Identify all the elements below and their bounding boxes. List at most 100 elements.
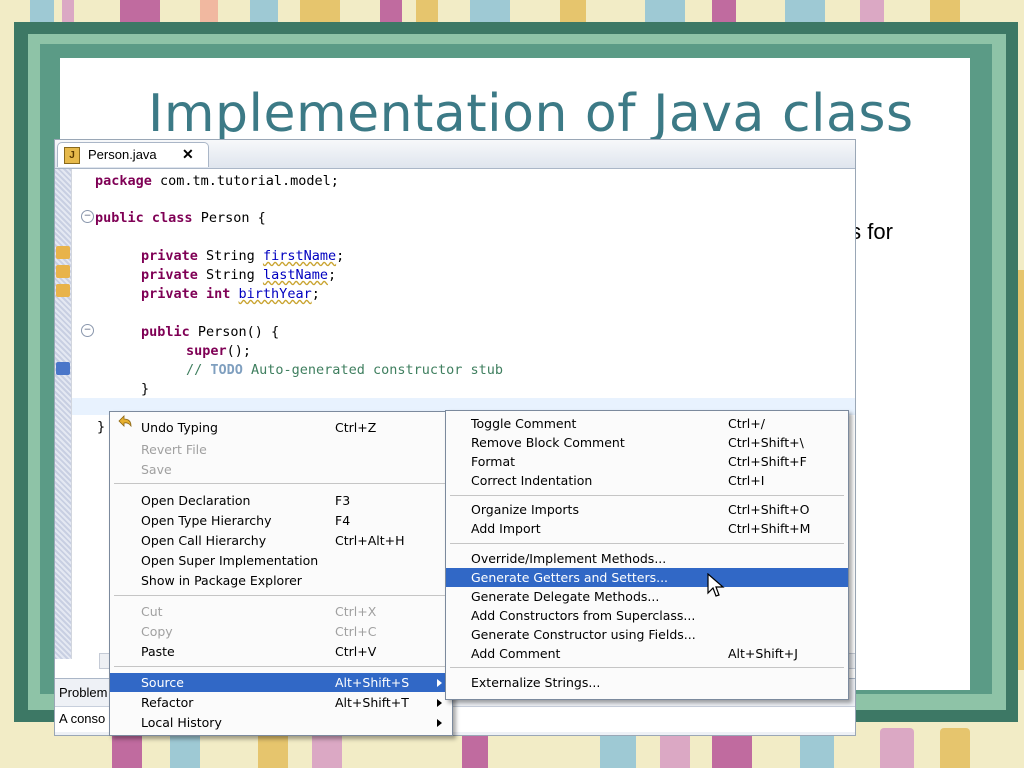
menu-item-open-type-hierarchy[interactable]: Open Type Hierarchy F4 (110, 511, 452, 530)
menu-item-label: Copy (141, 624, 173, 639)
menu-item-local-history[interactable]: Local History (110, 713, 452, 732)
menu-item-shortcut: Ctrl+I (728, 473, 765, 488)
menu-item-label: Externalize Strings... (471, 675, 601, 690)
menu-item-remove-block-comment[interactable]: Remove Block Comment Ctrl+Shift+\ (446, 433, 848, 452)
code-line: private String lastName; (141, 267, 336, 283)
menu-item-label: Toggle Comment (471, 416, 577, 431)
menu-separator (450, 667, 844, 668)
menu-item-open-call-hierarchy[interactable]: Open Call Hierarchy Ctrl+Alt+H (110, 531, 452, 550)
keyword: private (141, 267, 198, 283)
code-text: ; (327, 267, 337, 283)
submenu-arrow-icon (437, 699, 442, 707)
comment: // (186, 362, 211, 378)
todo-tag: TODO (210, 362, 243, 378)
keyword: class (143, 210, 193, 226)
code-text: } (97, 419, 106, 435)
field-marker-icon (56, 265, 70, 278)
menu-item-shortcut: Ctrl+/ (728, 416, 765, 431)
menu-item-organize-imports[interactable]: Organize Imports Ctrl+Shift+O (446, 500, 848, 519)
menu-item-correct-indentation[interactable]: Correct Indentation Ctrl+I (446, 471, 848, 490)
field-name: birthYear (238, 286, 312, 302)
code-line: private int birthYear; (141, 286, 320, 302)
keyword: private (141, 248, 198, 264)
fold-toggle-icon[interactable]: − (81, 324, 94, 337)
field-marker-icon (56, 284, 70, 297)
menu-item-shortcut: Alt+Shift+T (335, 695, 409, 710)
close-icon[interactable]: ✕ (182, 146, 194, 163)
keyword: public (95, 210, 144, 226)
menu-item-undo-typing[interactable]: Undo Typing Ctrl+Z (110, 418, 452, 437)
field-marker-icon (56, 246, 70, 259)
menu-item-revert-file[interactable]: Revert File (110, 440, 452, 459)
code-text: String (197, 267, 263, 283)
code-line: } (141, 381, 149, 397)
code-text: ; (336, 248, 345, 264)
menu-item-label: Correct Indentation (471, 473, 593, 488)
menu-item-label: Open Declaration (141, 493, 251, 508)
field-name: lastName (262, 267, 328, 283)
menu-item-label: Remove Block Comment (471, 435, 625, 450)
submenu-arrow-icon (437, 679, 442, 687)
menu-item-label: Generate Constructor using Fields... (471, 627, 696, 642)
menu-item-label: Organize Imports (471, 502, 579, 517)
menu-item-shortcut: Ctrl+C (335, 624, 377, 639)
menu-item-refactor[interactable]: Refactor Alt+Shift+T (110, 693, 452, 712)
menu-item-label: Refactor (141, 695, 194, 710)
code-line: package com.tm.tutorial.model; (95, 173, 339, 189)
menu-item-generate-constructor-using-fields[interactable]: Generate Constructor using Fields... (446, 625, 848, 644)
menu-item-shortcut: Ctrl+Shift+O (728, 502, 810, 517)
menu-item-paste[interactable]: Paste Ctrl+V (110, 642, 452, 661)
menu-item-generate-getters-and-setters[interactable]: Generate Getters and Setters... (446, 568, 848, 587)
menu-item-format[interactable]: Format Ctrl+Shift+F (446, 452, 848, 471)
keyword: public (141, 324, 190, 340)
menu-item-label: Open Call Hierarchy (141, 533, 267, 548)
menu-item-copy[interactable]: Copy Ctrl+C (110, 622, 452, 641)
menu-separator (114, 666, 448, 667)
menu-item-source[interactable]: Source Alt+Shift+S (110, 673, 452, 692)
menu-item-label: Source (141, 675, 184, 690)
menu-item-label: Generate Delegate Methods... (471, 589, 660, 604)
menu-separator (450, 543, 844, 544)
menu-separator (114, 595, 448, 596)
code-text: } (141, 381, 150, 397)
tab-person-java[interactable]: J Person.java ✕ (57, 142, 209, 167)
menu-item-show-in-package-explorer[interactable]: Show in Package Explorer (110, 571, 452, 590)
menu-item-shortcut: Ctrl+Shift+F (728, 454, 807, 469)
menu-item-override-implement-methods[interactable]: Override/Implement Methods... (446, 549, 848, 568)
menu-item-open-super-implementation[interactable]: Open Super Implementation (110, 551, 452, 570)
menu-item-add-comment[interactable]: Add Comment Alt+Shift+J (446, 644, 848, 663)
menu-item-label: Paste (141, 644, 175, 659)
menu-item-save[interactable]: Save (110, 460, 452, 479)
code-line: // TODO Auto-generated constructor stub (186, 362, 503, 378)
menu-item-generate-delegate-methods[interactable]: Generate Delegate Methods... (446, 587, 848, 606)
fold-toggle-icon[interactable]: − (81, 210, 94, 223)
menu-item-add-constructors-from-superclass[interactable]: Add Constructors from Superclass... (446, 606, 848, 625)
menu-item-label: Cut (141, 604, 163, 619)
menu-item-cut[interactable]: Cut Ctrl+X (110, 602, 452, 621)
menu-item-label: Format (471, 454, 516, 469)
menu-item-shortcut: Ctrl+Z (335, 420, 377, 435)
menu-item-shortcut: Ctrl+Shift+\ (728, 435, 804, 450)
keyword: int (197, 286, 239, 302)
problems-tab[interactable]: Problem (59, 685, 107, 700)
code-line: public class Person { (95, 210, 266, 226)
menu-item-label: Add Constructors from Superclass... (471, 608, 696, 623)
menu-separator (450, 495, 844, 496)
context-menu: Undo Typing Ctrl+Z Revert File Save Open … (109, 411, 453, 736)
keyword: private (141, 286, 198, 302)
menu-item-externalize-strings[interactable]: Externalize Strings... (446, 673, 848, 692)
comment: Auto-generated constructor stub (242, 362, 503, 378)
menu-item-label: Add Import (471, 521, 541, 536)
menu-item-label: Local History (141, 715, 222, 730)
mouse-pointer-icon (707, 573, 725, 597)
field-name: firstName (262, 248, 337, 264)
menu-item-shortcut: Ctrl+X (335, 604, 377, 619)
menu-item-label: Save (141, 462, 172, 477)
menu-item-add-import[interactable]: Add Import Ctrl+Shift+M (446, 519, 848, 538)
menu-item-toggle-comment[interactable]: Toggle Comment Ctrl+/ (446, 414, 848, 433)
keyword: package (95, 173, 152, 189)
menu-item-shortcut: Alt+Shift+S (335, 675, 410, 690)
menu-item-open-declaration[interactable]: Open Declaration F3 (110, 491, 452, 510)
menu-item-shortcut: Ctrl+V (335, 644, 377, 659)
editor-tab-bar: J Person.java ✕ (55, 140, 855, 169)
